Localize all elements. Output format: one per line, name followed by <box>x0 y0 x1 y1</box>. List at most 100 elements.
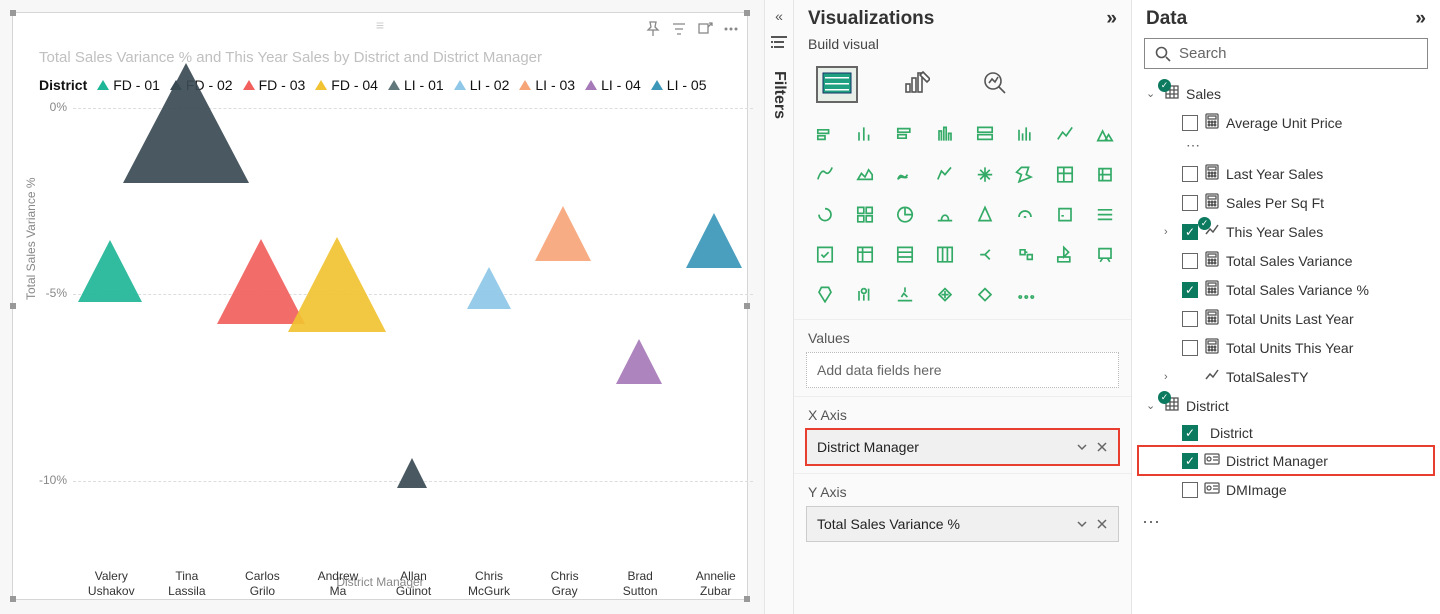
legend-item[interactable]: LI - 03 <box>519 77 575 93</box>
visual-type-button[interactable] <box>848 237 882 271</box>
field-row[interactable]: Total Units This Year <box>1138 333 1434 362</box>
visual-type-button[interactable] <box>888 237 922 271</box>
caret-down-icon[interactable]: ⌄ <box>1146 87 1158 100</box>
visual-type-button[interactable] <box>968 237 1002 271</box>
resize-handle[interactable] <box>10 303 16 309</box>
legend-item[interactable]: LI - 04 <box>585 77 641 93</box>
field-checkbox[interactable]: ✓ <box>1182 282 1198 298</box>
visual-type-button[interactable] <box>928 197 962 231</box>
chevron-down-icon[interactable] <box>1076 518 1088 530</box>
visual-type-button[interactable] <box>1088 237 1122 271</box>
remove-field-icon[interactable] <box>1096 518 1108 530</box>
xaxis-field-well[interactable]: District Manager <box>806 429 1119 465</box>
field-checkbox[interactable]: ✓ <box>1182 453 1198 469</box>
data-point[interactable] <box>123 63 249 183</box>
drag-grip-icon[interactable]: ≡ <box>376 17 384 33</box>
visual-type-button[interactable] <box>1008 117 1042 151</box>
visual-type-button[interactable] <box>1088 157 1122 191</box>
visual-type-button[interactable] <box>928 277 962 311</box>
caret-right-icon[interactable]: › <box>1164 226 1176 238</box>
data-point[interactable] <box>686 213 742 268</box>
visual-type-button[interactable] <box>968 157 1002 191</box>
collapse-pane-icon[interactable]: » <box>1106 8 1117 30</box>
fields-search-input[interactable]: Search <box>1144 38 1428 69</box>
filter-icon[interactable] <box>771 36 787 53</box>
caret-down-icon[interactable]: ⌄ <box>1146 399 1158 412</box>
data-point[interactable] <box>616 339 662 384</box>
remove-field-icon[interactable] <box>1096 441 1108 453</box>
table-row[interactable]: ⌄✓District <box>1138 391 1434 420</box>
resize-handle[interactable] <box>10 596 16 602</box>
visual-type-button[interactable] <box>968 117 1002 151</box>
visual-type-button[interactable] <box>808 157 842 191</box>
visual-type-button[interactable] <box>848 277 882 311</box>
visual-type-button[interactable] <box>1008 157 1042 191</box>
visual-type-button[interactable] <box>808 117 842 151</box>
visual-type-button[interactable] <box>888 157 922 191</box>
visual-type-button[interactable] <box>1008 197 1042 231</box>
visual-type-button[interactable] <box>1008 277 1042 311</box>
visual-type-button[interactable] <box>848 117 882 151</box>
visual-type-button[interactable] <box>848 197 882 231</box>
field-checkbox[interactable] <box>1182 253 1198 269</box>
pin-icon[interactable] <box>645 21 661 37</box>
data-point[interactable] <box>288 237 386 332</box>
resize-handle[interactable] <box>10 10 16 16</box>
field-checkbox[interactable] <box>1182 482 1198 498</box>
visual-type-button[interactable] <box>1088 117 1122 151</box>
visual-type-button[interactable] <box>1088 197 1122 231</box>
field-row[interactable]: Total Sales Variance <box>1138 246 1434 275</box>
data-point[interactable] <box>467 267 511 309</box>
resize-handle[interactable] <box>744 10 750 16</box>
field-checkbox[interactable] <box>1182 115 1198 131</box>
field-checkbox[interactable] <box>1182 195 1198 211</box>
visual-type-button[interactable] <box>1048 157 1082 191</box>
visual-type-button[interactable] <box>888 117 922 151</box>
data-point[interactable] <box>397 458 427 488</box>
field-row[interactable]: ›✓✓This Year Sales <box>1138 217 1434 246</box>
field-checkbox[interactable] <box>1182 311 1198 327</box>
more-options-icon[interactable]: ⋯ <box>1132 508 1440 537</box>
report-canvas[interactable]: ≡ Total Sales Variance % and This Year S… <box>0 0 764 614</box>
yaxis-field-well[interactable]: Total Sales Variance % <box>806 506 1119 542</box>
visual-type-button[interactable] <box>928 117 962 151</box>
visual-type-button[interactable] <box>928 157 962 191</box>
field-checkbox[interactable] <box>1182 166 1198 182</box>
build-visual-tab[interactable] <box>816 66 858 103</box>
visual-type-button[interactable] <box>928 237 962 271</box>
visual-type-button[interactable] <box>808 277 842 311</box>
table-row[interactable]: ⌄✓Sales <box>1138 79 1434 108</box>
legend-item[interactable]: LI - 01 <box>388 77 444 93</box>
collapse-pane-icon[interactable]: » <box>1415 8 1426 30</box>
field-row[interactable]: ✓District <box>1138 420 1434 446</box>
field-row[interactable]: Total Units Last Year <box>1138 304 1434 333</box>
legend-item[interactable]: LI - 02 <box>454 77 510 93</box>
visual-type-button[interactable] <box>888 197 922 231</box>
more-options-icon[interactable] <box>723 21 739 37</box>
filter-icon[interactable] <box>671 21 687 37</box>
visual-type-button[interactable] <box>808 197 842 231</box>
field-checkbox[interactable] <box>1182 340 1198 356</box>
visual-type-button[interactable] <box>968 197 1002 231</box>
focus-mode-icon[interactable] <box>697 21 713 37</box>
more-options-icon[interactable]: ⋯ <box>1138 137 1434 159</box>
visual-frame[interactable]: ≡ Total Sales Variance % and This Year S… <box>12 12 748 600</box>
format-visual-tab[interactable] <box>898 64 936 105</box>
visual-type-button[interactable] <box>1048 117 1082 151</box>
field-row[interactable]: DMImage <box>1138 475 1434 504</box>
visual-type-button[interactable] <box>808 237 842 271</box>
field-row[interactable]: Average Unit Price <box>1138 108 1434 137</box>
legend-item[interactable]: LI - 05 <box>651 77 707 93</box>
chart-plot-area[interactable]: 0%-5%-10%ValeryUshakovTinaLassilaCarlosG… <box>73 108 753 558</box>
legend-item[interactable]: FD - 04 <box>315 77 378 93</box>
visual-type-button[interactable] <box>968 277 1002 311</box>
field-row[interactable]: ✓District Manager <box>1138 446 1434 475</box>
caret-right-icon[interactable]: › <box>1164 371 1176 383</box>
field-checkbox[interactable]: ✓ <box>1182 425 1198 441</box>
visual-type-button[interactable] <box>1048 197 1082 231</box>
field-row[interactable]: Sales Per Sq Ft <box>1138 188 1434 217</box>
filters-pane-collapsed[interactable]: « Filters <box>764 0 794 614</box>
legend-item[interactable]: FD - 03 <box>243 77 306 93</box>
field-row[interactable]: Last Year Sales <box>1138 159 1434 188</box>
data-point[interactable] <box>78 240 142 302</box>
